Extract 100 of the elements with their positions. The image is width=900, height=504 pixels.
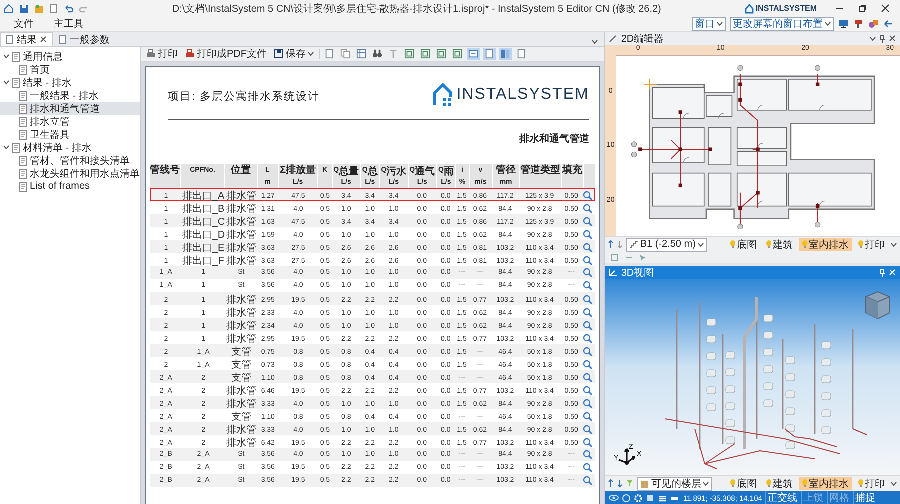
print-button[interactable]: 打印 [144, 48, 180, 60]
layer-tab[interactable]: 打印 [855, 477, 888, 490]
panel-tab[interactable]: 结果 [0, 32, 53, 46]
chevron-icon[interactable] [3, 53, 10, 60]
copy-icon[interactable] [339, 48, 352, 60]
table-cell-text: 排水管 [226, 202, 258, 216]
chevron-icon[interactable] [3, 144, 10, 151]
arrow-up-icon[interactable] [608, 479, 614, 488]
home-icon[interactable] [4, 4, 14, 14]
fit-page-icon[interactable] [467, 48, 480, 60]
caret-icon[interactable] [698, 242, 704, 246]
search-icon[interactable] [583, 373, 594, 383]
close-icon[interactable] [881, 4, 890, 13]
chevron-icon[interactable] [3, 79, 10, 86]
panel-tab[interactable]: 一般参数 [53, 32, 116, 46]
arrow-up-icon[interactable] [608, 240, 614, 249]
search-icon[interactable] [583, 399, 594, 409]
caret-icon[interactable] [870, 36, 876, 40]
search-icon[interactable] [583, 386, 594, 396]
arrow-down-icon[interactable] [617, 479, 624, 488]
tree-item[interactable]: 首页 [0, 63, 140, 76]
caret-icon[interactable] [592, 40, 598, 44]
layer-tab[interactable]: 室内排水 [799, 477, 852, 490]
tree-item[interactable]: 排水立管 [0, 115, 140, 128]
search-icon[interactable] [583, 462, 594, 472]
tree-item[interactable]: 管材、管件和接头清单 [0, 154, 140, 167]
search-icon[interactable] [583, 230, 594, 240]
search-icon[interactable] [583, 243, 594, 253]
frame-icon[interactable] [435, 48, 448, 60]
search-icon[interactable] [583, 347, 594, 357]
tree-item[interactable]: 水龙头组件和用水点清单 [0, 167, 140, 180]
close-icon[interactable] [889, 35, 896, 42]
search-icon[interactable] [583, 450, 594, 460]
search-icon[interactable] [583, 425, 594, 435]
menu-item[interactable]: 文件 [6, 17, 42, 31]
status-toggle[interactable]: 捕捉 [853, 491, 876, 504]
layer-tab[interactable]: 底图 [727, 477, 760, 490]
table-icon[interactable] [355, 48, 368, 60]
search-icon[interactable] [583, 295, 594, 305]
monitor-icon[interactable] [838, 19, 849, 29]
new-file-icon[interactable] [49, 4, 59, 14]
undo-icon[interactable] [64, 4, 74, 14]
window-dropdown[interactable]: 窗口 [692, 17, 726, 31]
search-icon[interactable] [583, 191, 594, 201]
arrow-down-icon[interactable] [617, 240, 624, 249]
binoculars-icon[interactable] [371, 48, 384, 60]
search-icon[interactable] [583, 268, 594, 278]
shapes-icon[interactable] [868, 19, 879, 29]
page-icon[interactable] [323, 48, 336, 60]
square-icon[interactable] [646, 494, 656, 502]
search-icon[interactable] [583, 438, 594, 448]
search-icon[interactable] [583, 256, 594, 266]
search-icon[interactable] [583, 334, 594, 344]
caret-icon[interactable] [825, 22, 831, 26]
folder-document-icon [12, 78, 21, 88]
layer-tab[interactable]: 打印 [855, 238, 888, 251]
frame-icon[interactable] [419, 48, 432, 60]
layer-tab[interactable]: 建筑 [763, 477, 796, 490]
page-icon[interactable] [515, 48, 528, 60]
floors-dropdown[interactable]: 可见的楼层 [637, 476, 712, 490]
columns-icon[interactable] [499, 48, 512, 60]
save-icon[interactable] [19, 4, 29, 14]
search-icon[interactable] [583, 321, 594, 331]
layers-icon[interactable] [658, 494, 668, 502]
page-icon[interactable] [483, 48, 496, 60]
arrow-left-icon[interactable] [883, 19, 894, 29]
level-dropdown[interactable]: B1 (-2.50 m) [626, 238, 707, 252]
print-pdf-button[interactable]: 打印成PDF文件 [183, 48, 269, 60]
layer-tab[interactable]: 底图 [727, 238, 760, 251]
frame-icon[interactable] [403, 48, 416, 60]
caret-icon[interactable] [717, 22, 723, 26]
search-icon[interactable] [583, 412, 594, 422]
tree-item[interactable]: List of frames [0, 180, 140, 193]
restore-icon[interactable] [858, 4, 867, 13]
tree-item[interactable]: 卫生器具 [0, 128, 140, 141]
search-icon[interactable] [583, 308, 594, 318]
search-icon[interactable] [583, 360, 594, 370]
save-button[interactable]: 保存 [272, 48, 316, 60]
caret-icon[interactable] [703, 482, 710, 486]
tree-item[interactable]: 通用信息 [0, 50, 140, 63]
layout-dropdown[interactable]: 更改屏幕的窗口布置 [730, 17, 834, 31]
layer-tab[interactable]: 室内排水 [799, 238, 852, 251]
close-icon[interactable] [40, 36, 47, 43]
tree-item[interactable]: 排水和通气管道 [0, 102, 140, 115]
search-icon[interactable] [583, 280, 594, 290]
caret-icon[interactable] [891, 242, 897, 246]
search-icon[interactable] [583, 204, 594, 214]
eye-icon[interactable] [609, 494, 620, 502]
caret-icon[interactable] [308, 52, 314, 56]
pin-icon[interactable] [879, 34, 886, 42]
frame-icon[interactable] [451, 48, 464, 60]
status-toggle[interactable]: 正交线 [765, 491, 798, 504]
search-icon[interactable] [583, 217, 594, 227]
search-icon[interactable] [583, 476, 594, 486]
tree-item[interactable]: 结果 - 排水 [0, 76, 140, 89]
layer-tab[interactable]: 建筑 [763, 238, 796, 251]
caret-icon[interactable] [891, 482, 897, 486]
menu-item[interactable]: 主工具 [46, 17, 92, 31]
tree-item[interactable]: 一般结果 - 排水 [0, 89, 140, 102]
tree-item[interactable]: 材料清单 - 排水 [0, 141, 140, 154]
